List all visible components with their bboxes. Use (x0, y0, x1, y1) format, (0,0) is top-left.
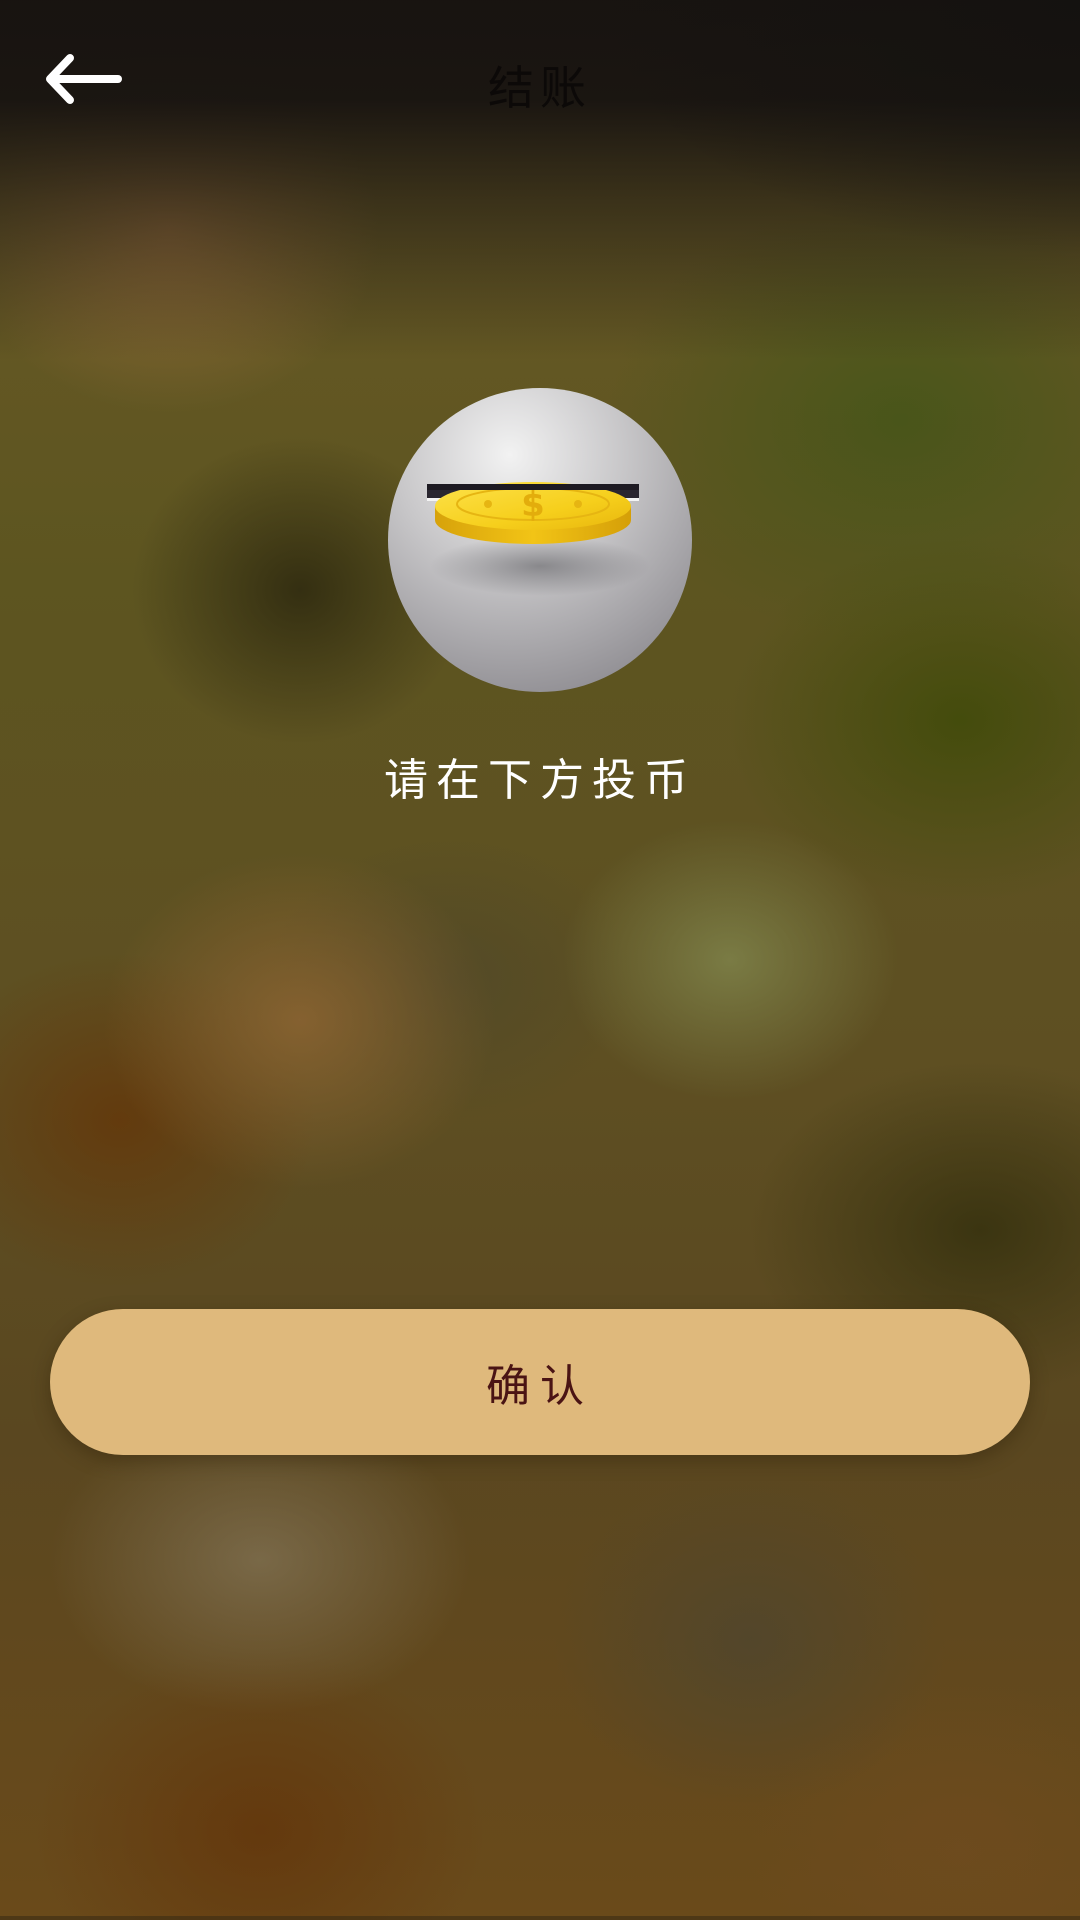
confirm-label: 确认 (486, 1362, 594, 1411)
checkout-screen: 结账 $ 请在下方投币 确认 (0, 0, 1080, 1920)
svg-text:$: $ (521, 485, 545, 525)
coin-slot-icon: $ (388, 388, 692, 692)
insert-coin-instruction: 请在下方投币 (384, 755, 696, 806)
confirm-button[interactable]: 确认 (50, 1309, 1030, 1455)
header: 结账 (0, 0, 1080, 170)
coin-slot-illustration: $ (388, 388, 692, 692)
bottom-edge (0, 1916, 1080, 1920)
page-title: 结账 (488, 61, 592, 115)
